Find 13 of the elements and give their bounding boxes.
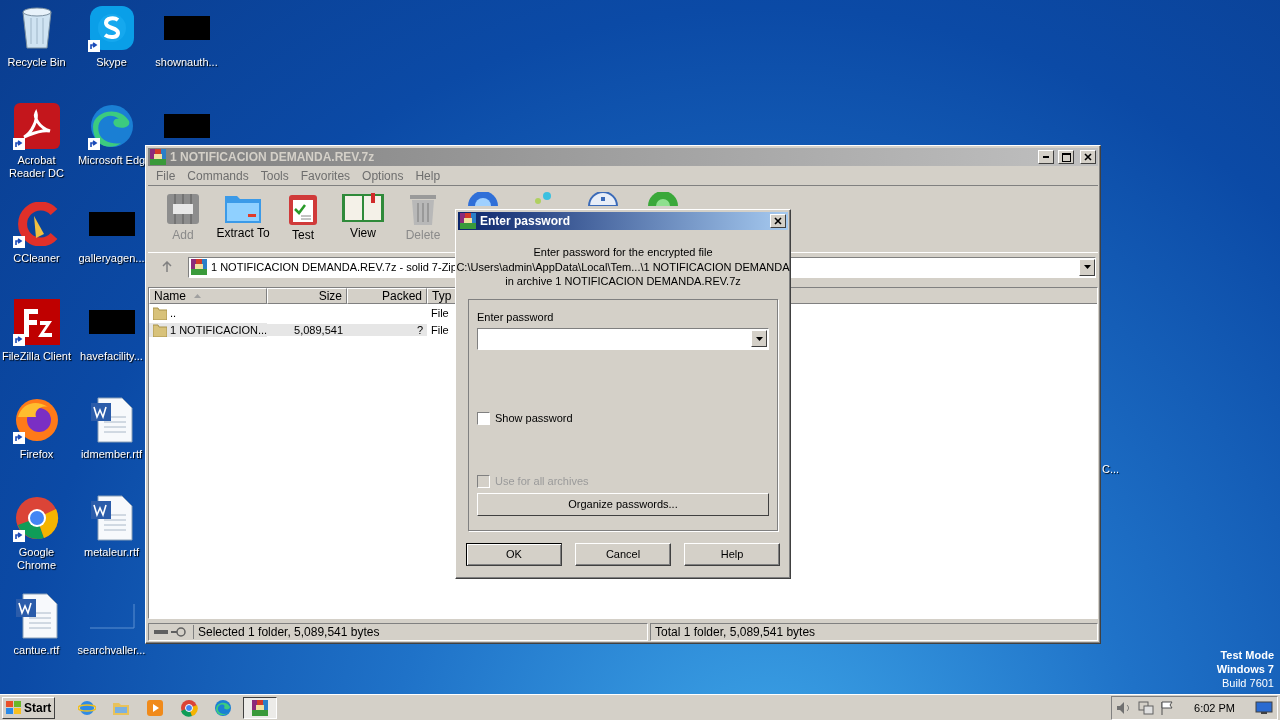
packed-cell: ? [347, 323, 427, 336]
size-cell: 5,089,541 [267, 323, 347, 336]
message-text: C:\Users\admin\AppData\Local\Tem...\1 NOTIFICACION DEMANDA [456, 259, 790, 274]
test-mode-text: Windows 7 [1216, 662, 1274, 676]
status-text: Total 1 folder, 5,089,541 bytes [650, 623, 1098, 641]
dialog-title: Enter password [480, 214, 572, 228]
test-mode-text: Build 7601 [1222, 676, 1274, 690]
status-text: Selected 1 folder, 5,089,541 bytes [193, 625, 380, 639]
type-cell-text: File [430, 323, 450, 336]
type-cell-text: File [430, 306, 450, 319]
window-title: 1 NOTIFICACION DEMANDA.REV.7z [170, 150, 376, 164]
field-label: Enter password [477, 310, 555, 323]
test-mode-text: Test Mode [1220, 648, 1274, 662]
